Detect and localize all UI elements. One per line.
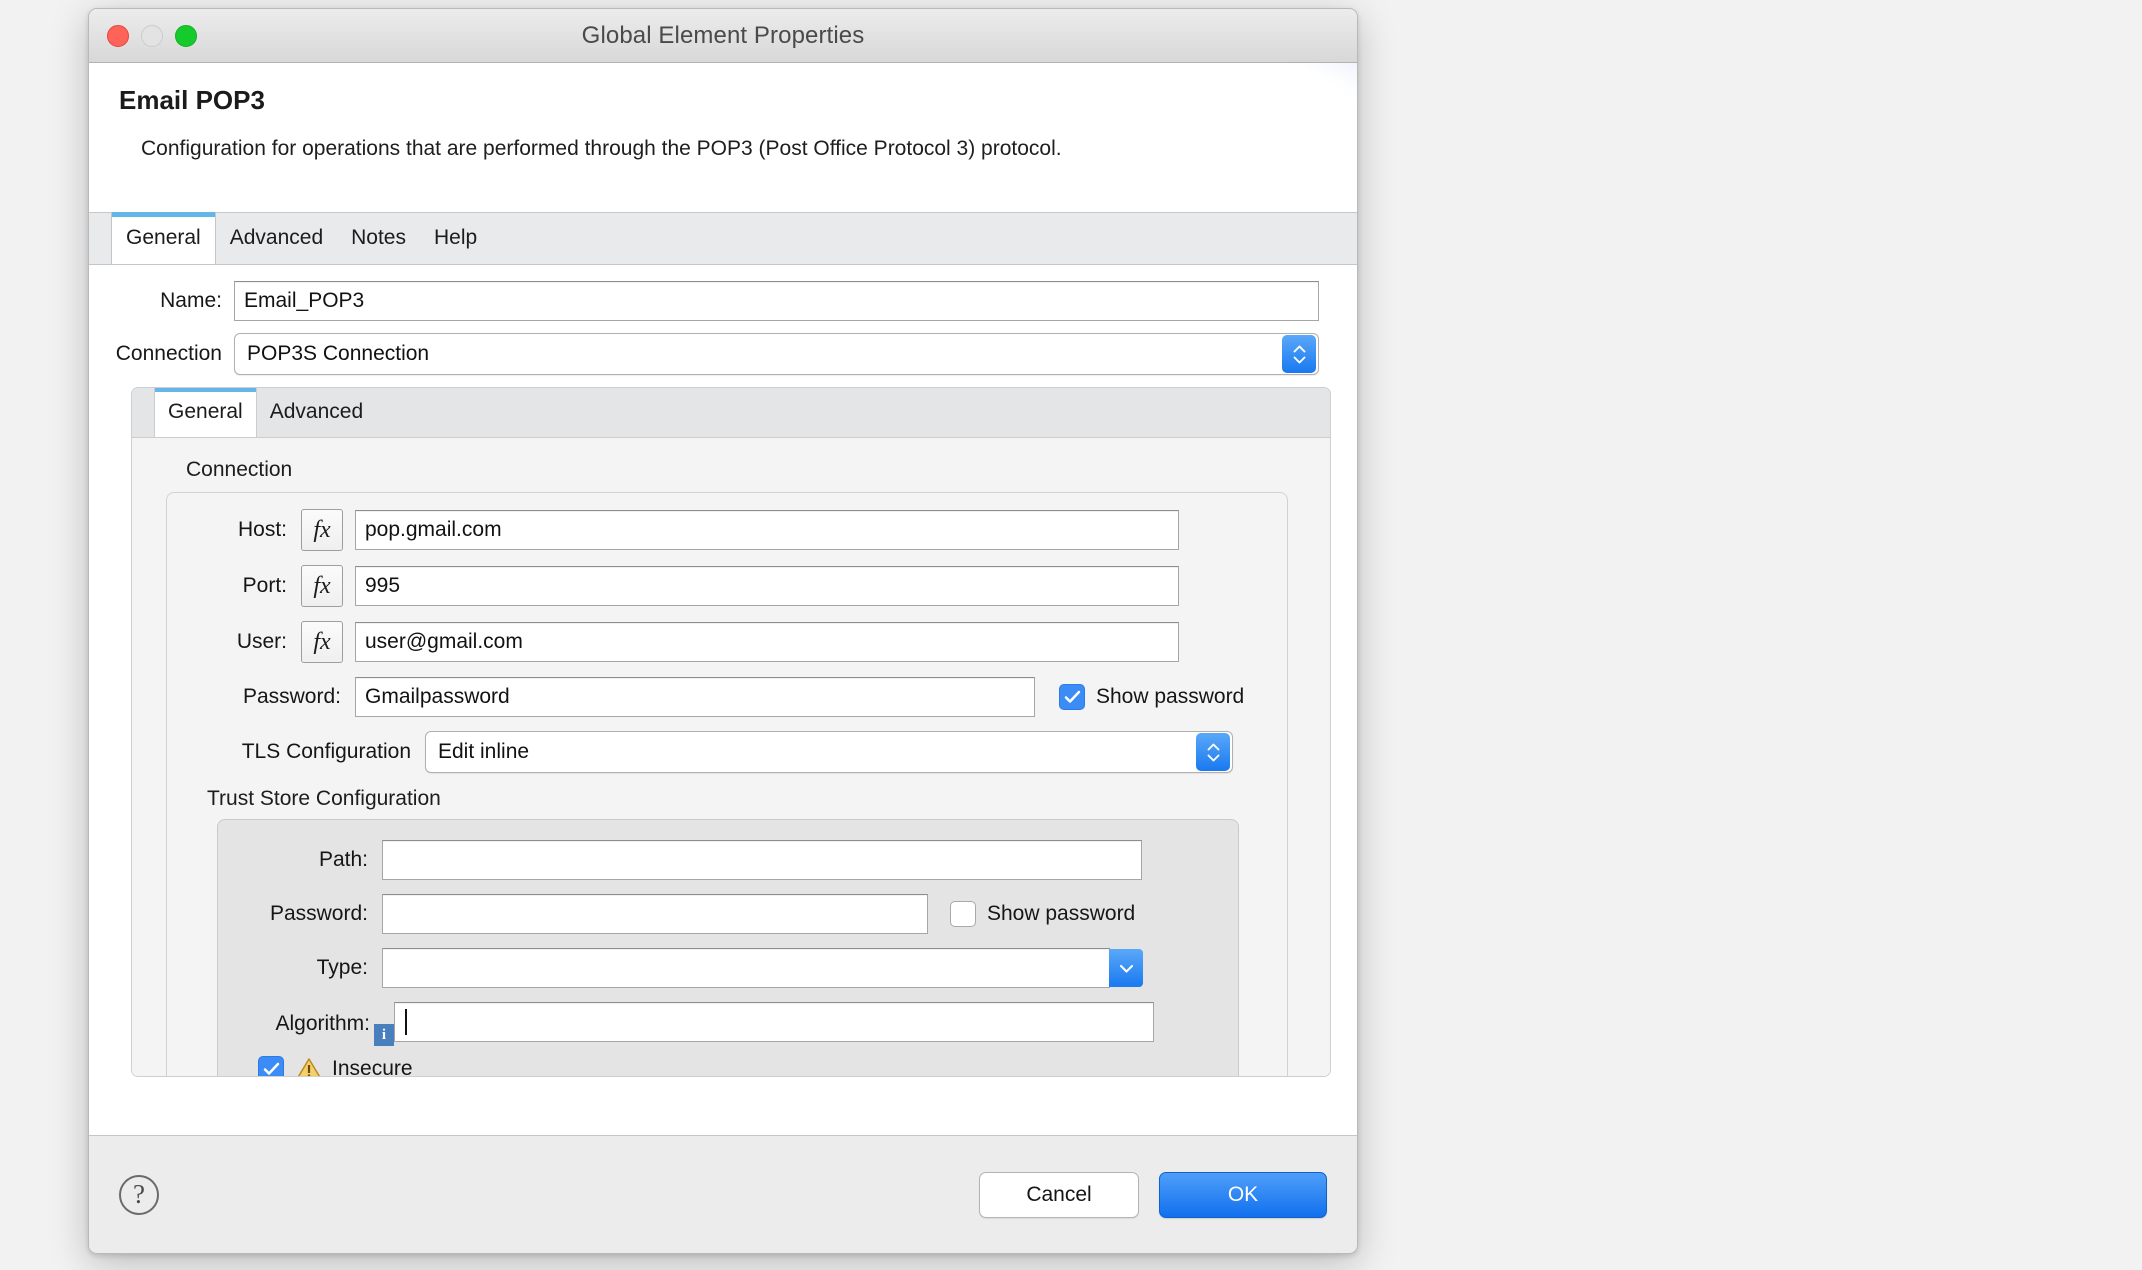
checkmark-icon <box>1064 690 1080 703</box>
minimize-button[interactable] <box>141 24 163 47</box>
connection-row: Connection POP3S Connection <box>109 333 1337 375</box>
fx-icon: fx <box>313 516 331 543</box>
user-expression-fx-button[interactable]: fx <box>301 621 343 663</box>
insecure-label: Insecure <box>332 1057 413 1077</box>
trust-store-type-select[interactable] <box>382 948 1143 988</box>
inner-tab-advanced[interactable]: Advanced <box>257 388 376 437</box>
tls-configuration-select[interactable]: Edit inline <box>425 731 1233 773</box>
cancel-button[interactable]: Cancel <box>979 1171 1139 1218</box>
help-glyph: ? <box>133 1179 145 1209</box>
header-banner: Email POP3 Configuration for operations … <box>89 63 1357 213</box>
insecure-checkbox[interactable] <box>258 1056 284 1076</box>
host-input[interactable] <box>355 510 1179 550</box>
global-element-properties-window: Global Element Properties Email POP3 Con… <box>88 8 1358 1254</box>
text-caret <box>405 1009 407 1035</box>
password-input[interactable] <box>355 677 1035 717</box>
inner-tab-general-label: General <box>168 400 243 423</box>
page-description: Configuration for operations that are pe… <box>141 137 1062 160</box>
trust-store-path-label: Path: <box>318 848 368 871</box>
show-password-checkbox[interactable] <box>1059 684 1085 710</box>
trust-store-password-input[interactable] <box>382 894 928 934</box>
show-password-label: Show password <box>1096 685 1245 708</box>
trust-store-password-label: Password: <box>269 902 368 925</box>
ok-button-label: OK <box>1227 1182 1259 1206</box>
algorithm-field-wrap <box>394 1002 1154 1042</box>
connection-group-title: Connection <box>186 458 293 481</box>
tls-configuration-row: TLS Configuration Edit inline <box>189 731 1265 773</box>
insecure-row: Insecure <box>258 1056 1212 1077</box>
zoom-button[interactable] <box>175 24 197 47</box>
help-icon[interactable]: ? <box>119 1174 159 1215</box>
dialog-footer: ? Cancel OK <box>89 1135 1357 1253</box>
tab-help[interactable]: Help <box>420 212 491 264</box>
host-expression-fx-button[interactable]: fx <box>301 509 343 551</box>
trust-store-type-row: Type: <box>244 948 1212 988</box>
trust-store-show-password-label: Show password <box>987 902 1136 925</box>
tab-notes[interactable]: Notes <box>337 212 420 264</box>
user-input[interactable] <box>355 622 1179 662</box>
inner-tab-content: Connection Host: fx Port: fx <box>132 438 1330 1077</box>
chevron-down-icon[interactable] <box>1109 949 1143 987</box>
ok-button[interactable]: OK <box>1159 1171 1327 1218</box>
close-button[interactable] <box>107 24 129 47</box>
window-controls <box>107 24 197 47</box>
tab-advanced-label: Advanced <box>229 226 324 249</box>
trust-store-show-password-checkbox[interactable] <box>950 901 976 927</box>
trust-store-path-row: Path: <box>244 840 1212 880</box>
port-expression-fx-button[interactable]: fx <box>301 565 343 607</box>
connection-group-box: Host: fx Port: fx User: <box>166 492 1288 1077</box>
trust-store-path-input[interactable] <box>382 840 1142 880</box>
fx-icon: fx <box>313 628 331 655</box>
warning-triangle-icon <box>296 1057 322 1076</box>
name-row: Name: <box>109 281 1337 321</box>
password-label: Password: <box>242 685 341 708</box>
tab-general-label: General <box>126 226 201 249</box>
name-input[interactable] <box>234 281 1319 321</box>
fx-icon: fx <box>313 572 331 599</box>
name-label: Name: <box>160 289 222 312</box>
connection-label: Connection <box>115 342 222 365</box>
info-icon[interactable]: i <box>374 1024 394 1046</box>
trust-store-algorithm-row: Algorithm: i <box>244 1002 1212 1046</box>
host-label: Host: <box>237 518 287 541</box>
screen-root: Global Element Properties Email POP3 Con… <box>0 0 2142 1270</box>
host-row: Host: fx <box>189 509 1265 551</box>
tls-configuration-label: TLS Configuration <box>241 740 411 763</box>
user-row: User: fx <box>189 621 1265 663</box>
trust-store-algorithm-label: Algorithm: <box>275 1012 370 1035</box>
connection-config-panel: General Advanced Connection Host: fx pop… <box>131 387 1331 1077</box>
trust-store-box: Path: Password: Show password Type: Algo… <box>217 819 1239 1077</box>
user-label: User: <box>236 630 287 653</box>
trust-store-password-row: Password: Show password <box>244 894 1212 934</box>
inner-tabstrip: General Advanced <box>132 388 1330 438</box>
tab-help-label: Help <box>433 226 478 249</box>
trust-store-title: Trust Store Configuration <box>207 787 441 810</box>
password-row: Password: Show password <box>189 677 1265 717</box>
connection-stepper-icon[interactable] <box>1282 335 1316 373</box>
checkmark-icon <box>263 1062 279 1075</box>
inner-tab-general[interactable]: General <box>154 388 257 437</box>
page-title: Email POP3 <box>119 85 265 115</box>
tls-configuration-value: Edit inline <box>438 740 530 763</box>
cancel-button-label: Cancel <box>1026 1182 1092 1206</box>
trust-store-algorithm-input[interactable] <box>394 1002 1154 1042</box>
tab-advanced[interactable]: Advanced <box>216 212 337 264</box>
port-input[interactable] <box>355 566 1179 606</box>
tab-general[interactable]: General <box>111 212 216 264</box>
tab-notes-label: Notes <box>351 226 406 249</box>
connection-select-value: POP3S Connection <box>247 342 430 365</box>
port-label: Port: <box>242 574 287 597</box>
trust-store-type-input[interactable] <box>382 948 1110 988</box>
tls-stepper-icon[interactable] <box>1196 733 1230 771</box>
inner-tab-advanced-label: Advanced <box>269 400 364 423</box>
outer-tabstrip: General Advanced Notes Help <box>89 212 1357 265</box>
trust-store-type-label: Type: <box>316 956 368 979</box>
dialog-body: Name: Connection POP3S Connection Genera… <box>89 265 1357 1087</box>
port-row: Port: fx <box>189 565 1265 607</box>
window-titlebar: Global Element Properties <box>89 9 1357 63</box>
connection-select[interactable]: POP3S Connection <box>234 333 1319 375</box>
window-title: Global Element Properties <box>581 21 865 49</box>
